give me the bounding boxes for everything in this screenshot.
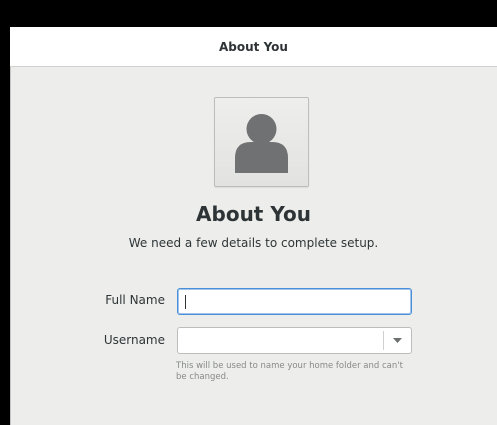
username-hint: This will be used to name your home fold… xyxy=(176,361,403,382)
username-label: Username xyxy=(103,333,165,347)
username-combo[interactable] xyxy=(177,327,412,354)
page-subtitle: We need a few details to complete setup. xyxy=(128,236,379,250)
header-bar: About You xyxy=(10,27,497,67)
username-dropdown-button[interactable] xyxy=(384,328,411,353)
full-name-input[interactable] xyxy=(177,288,412,315)
setup-window: About You About You We need a few detail… xyxy=(10,27,497,425)
text-cursor xyxy=(185,295,186,309)
chevron-down-icon xyxy=(393,338,402,343)
avatar-placeholder-icon xyxy=(235,114,288,173)
full-name-label: Full Name xyxy=(105,293,165,307)
avatar-button[interactable] xyxy=(214,97,309,187)
header-title: About You xyxy=(219,39,288,54)
page-title: About You xyxy=(196,202,311,226)
